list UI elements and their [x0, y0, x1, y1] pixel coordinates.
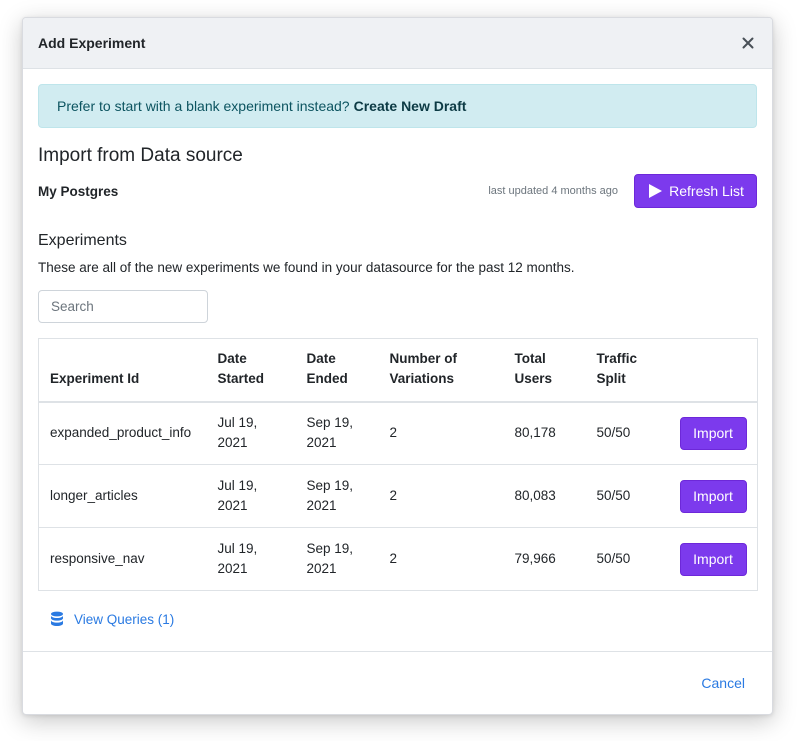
- column-header-date-started: Date Started: [206, 338, 296, 403]
- column-header-total-users: Total Users: [503, 338, 586, 403]
- variations-cell: 2: [378, 527, 504, 591]
- traffic-split-cell: 50/50: [585, 401, 669, 465]
- column-header-traffic-split: Traffic Split: [585, 338, 669, 403]
- date-started-cell: Jul 19, 2021: [206, 527, 296, 591]
- column-header-number-of-variations: Number of Variations: [378, 338, 504, 403]
- action-cell: Import: [668, 464, 758, 528]
- import-button[interactable]: Import: [679, 416, 747, 450]
- date-started-cell: Jul 19, 2021: [206, 401, 296, 465]
- variations-cell: 2: [378, 464, 504, 528]
- date-ended-cell: Sep 19, 2021: [295, 527, 379, 591]
- import-button[interactable]: Import: [679, 479, 747, 513]
- experiment-id-cell: responsive_nav: [38, 527, 207, 591]
- action-cell: Import: [668, 527, 758, 591]
- refresh-list-button[interactable]: Refresh List: [634, 174, 757, 208]
- traffic-split-cell: 50/50: [585, 464, 669, 528]
- view-queries-label: View Queries (1): [74, 611, 175, 627]
- experiment-id-cell: expanded_product_info: [38, 401, 207, 465]
- date-ended-cell: Sep 19, 2021: [295, 401, 379, 465]
- datasource-row: My Postgres last updated 4 months ago Re…: [38, 174, 757, 208]
- datasource-name: My Postgres: [38, 183, 119, 199]
- refresh-list-label: Refresh List: [669, 183, 744, 199]
- import-heading: Import from Data source: [38, 145, 243, 166]
- blank-experiment-alert: Prefer to start with a blank experiment …: [38, 84, 757, 128]
- experiments-heading: Experiments: [38, 232, 127, 249]
- variations-cell: 2: [378, 401, 504, 465]
- alert-text: Prefer to start with a blank experiment …: [57, 98, 350, 114]
- experiment-id-cell: longer_articles: [38, 464, 207, 528]
- last-updated-text: last updated 4 months ago: [488, 185, 618, 197]
- table-row: responsive_nav Jul 19, 2021 Sep 19, 2021…: [38, 527, 758, 591]
- traffic-split-cell: 50/50: [585, 527, 669, 591]
- date-started-cell: Jul 19, 2021: [206, 464, 296, 528]
- datasource-actions: last updated 4 months ago Refresh List: [488, 174, 757, 208]
- modal-footer: Cancel: [23, 651, 772, 714]
- total-users-cell: 80,178: [503, 401, 586, 465]
- experiments-description: These are all of the new experiments we …: [38, 260, 575, 275]
- modal-title: Add Experiment: [38, 35, 146, 51]
- database-icon: [51, 611, 63, 626]
- table-row: expanded_product_info Jul 19, 2021 Sep 1…: [38, 401, 758, 465]
- close-icon: [742, 37, 754, 49]
- view-queries-link[interactable]: View Queries (1): [50, 611, 757, 627]
- table-header-row: Experiment Id Date Started Date Ended Nu…: [38, 338, 758, 403]
- add-experiment-modal: Add Experiment Prefer to start with a bl…: [22, 17, 773, 715]
- date-ended-cell: Sep 19, 2021: [295, 464, 379, 528]
- import-button[interactable]: Import: [679, 542, 747, 576]
- experiments-table: Experiment Id Date Started Date Ended Nu…: [38, 338, 758, 591]
- column-header-action: [668, 338, 758, 403]
- search-input[interactable]: [38, 290, 208, 323]
- action-cell: Import: [668, 401, 758, 465]
- total-users-cell: 80,083: [503, 464, 586, 528]
- modal-header: Add Experiment: [23, 18, 772, 69]
- total-users-cell: 79,966: [503, 527, 586, 591]
- cancel-button[interactable]: Cancel: [701, 675, 745, 691]
- play-icon: [649, 184, 663, 198]
- modal-body: Prefer to start with a blank experiment …: [23, 69, 772, 627]
- close-button[interactable]: [738, 33, 758, 53]
- column-header-experiment-id: Experiment Id: [38, 338, 207, 403]
- create-new-draft-link[interactable]: Create New Draft: [354, 98, 467, 114]
- column-header-date-ended: Date Ended: [295, 338, 379, 403]
- table-row: longer_articles Jul 19, 2021 Sep 19, 202…: [38, 464, 758, 528]
